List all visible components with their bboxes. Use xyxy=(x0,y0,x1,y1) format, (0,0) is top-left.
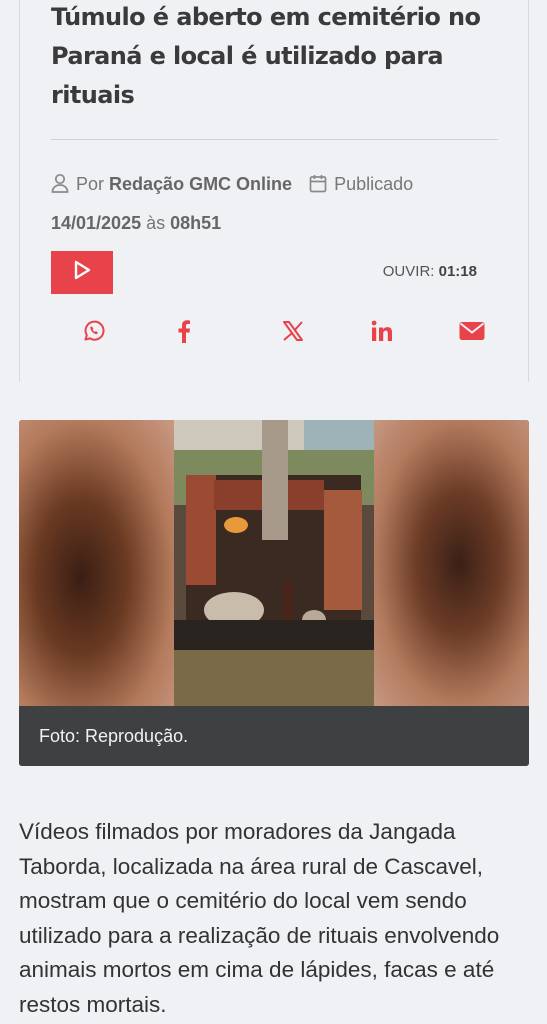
photo-caption: Foto: Reprodução. xyxy=(39,726,189,746)
published-label: Publicado xyxy=(334,174,414,194)
facebook-icon xyxy=(176,319,192,348)
share-bar xyxy=(79,318,485,348)
email-icon xyxy=(459,321,485,346)
linkedin-icon xyxy=(371,320,393,347)
author-link[interactable]: Redação GMC Online xyxy=(109,174,292,194)
article-header-card: Túmulo é aberto em cemitério no Paraná e… xyxy=(19,0,529,382)
by-prefix: Por xyxy=(76,174,105,194)
article-paragraph: Vídeos filmados por moradores da Jangada… xyxy=(19,819,500,1017)
listen-duration: OUVIR: 01:18 xyxy=(383,263,477,280)
publish-date: 14/01/2025 xyxy=(51,213,142,233)
photo-blur-left xyxy=(19,420,174,706)
article-title: Túmulo é aberto em cemitério no Paraná e… xyxy=(51,3,481,109)
divider xyxy=(51,139,498,140)
x-twitter-icon xyxy=(282,320,304,347)
share-email-button[interactable] xyxy=(457,318,487,348)
cemetery-ritual-image xyxy=(174,420,374,706)
share-facebook-button[interactable] xyxy=(169,318,199,348)
publish-time: 08h51 xyxy=(170,213,222,233)
article-meta: Por Redação GMC Online Publicado 14/01/2… xyxy=(51,166,481,241)
share-x-button[interactable] xyxy=(278,318,308,348)
share-whatsapp-button[interactable] xyxy=(79,318,109,348)
audio-duration: 01:18 xyxy=(438,263,477,280)
listen-label: OUVIR: xyxy=(382,263,435,280)
at-word: às xyxy=(146,213,166,233)
calendar-icon xyxy=(309,169,327,205)
user-icon xyxy=(51,169,69,205)
share-linkedin-button[interactable] xyxy=(367,318,397,348)
whatsapp-icon xyxy=(82,319,106,348)
article-photo: Foto: Reprodução. xyxy=(19,420,529,766)
play-audio-button[interactable] xyxy=(51,251,113,294)
play-icon xyxy=(71,259,93,286)
photo-blur-right xyxy=(374,420,529,706)
